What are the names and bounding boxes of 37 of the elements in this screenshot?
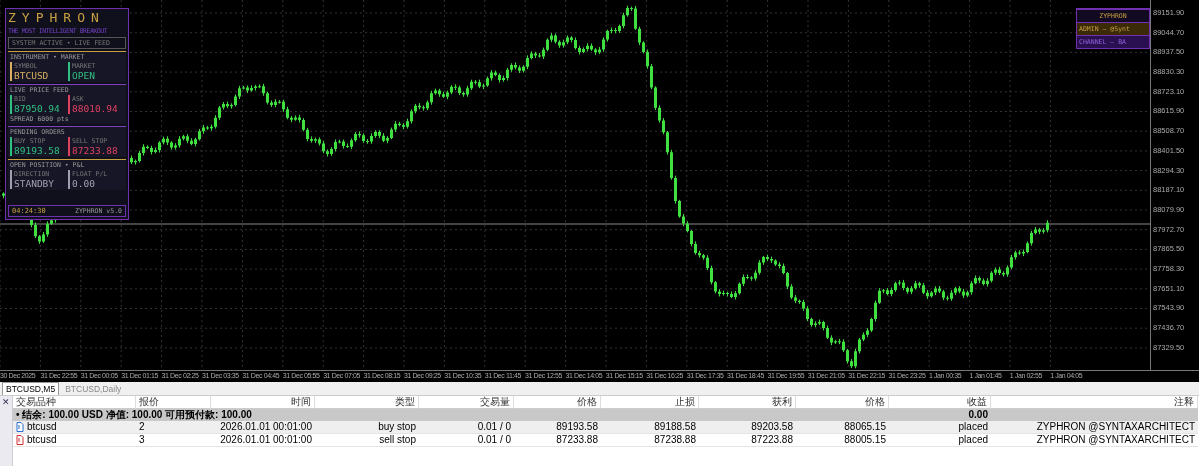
table-cell: 2026.01.01 00:01:00 — [211, 421, 315, 434]
table-cell: sell stop — [315, 434, 419, 447]
table-cell: placed — [889, 434, 991, 447]
value-text: 0.00 — [72, 178, 96, 189]
value-text: 87950.94 — [14, 103, 61, 114]
table-cell: btcusd — [13, 434, 136, 447]
value-text: 89193.58 — [14, 145, 61, 156]
table-cell: 0.01 / 0 — [419, 434, 514, 447]
table-cell: 89203.58 — [699, 421, 796, 434]
table-cell: 87223.88 — [699, 434, 796, 447]
table-cell: 3 — [136, 434, 211, 447]
value-text: 88010.94 — [72, 103, 119, 114]
chart-tab[interactable]: BTCUSD,M5 — [2, 382, 60, 395]
table-cell: btcusd — [13, 421, 136, 434]
table-cell: buy stop — [315, 421, 419, 434]
table-cell: ZYPHRON @SYNTAXARCHITECT — [991, 434, 1198, 447]
value-text: 87233.88 — [72, 145, 119, 156]
table-cell: placed — [889, 421, 991, 434]
table-cell: 88065.15 — [796, 421, 889, 434]
value-text: STANDBY — [14, 178, 56, 189]
panel-title: ZYPHRON — [8, 11, 106, 25]
table-cell: 2 — [136, 421, 211, 434]
order-icon — [16, 435, 24, 445]
table-cell: 87238.88 — [601, 434, 699, 447]
table-cell: 88005.15 — [796, 434, 889, 447]
table-cell: ZYPHRON @SYNTAXARCHITECT — [991, 421, 1198, 434]
order-icon — [16, 422, 24, 432]
table-cell: 2026.01.01 00:01:00 — [211, 434, 315, 447]
value-text: OPEN — [72, 70, 96, 81]
table-cell: 87233.88 — [514, 434, 601, 447]
close-button[interactable]: ✕ — [1, 397, 11, 407]
table-cell: 0.01 / 0 — [419, 421, 514, 434]
summary-text: • 结余: 100.00 USD 净值: 100.00 可用预付款: 100.00 — [15, 409, 253, 421]
table-cell: 89193.58 — [514, 421, 601, 434]
value-text: BTCUSD — [14, 70, 50, 81]
summary-profit: 0.00 — [967, 409, 989, 421]
table-cell: 89188.58 — [601, 421, 699, 434]
